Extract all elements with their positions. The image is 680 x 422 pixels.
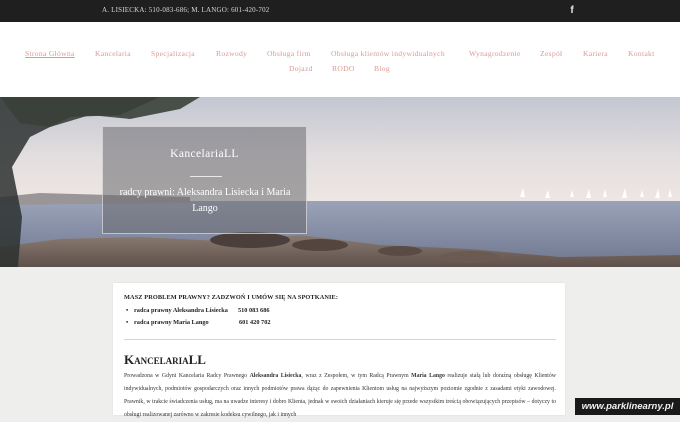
nav-item-zespol[interactable]: Zespół (540, 49, 562, 58)
hero-divider (190, 176, 222, 177)
top-bar: A. LISIECKA: 510-083-686; M. LANGO: 601-… (0, 0, 680, 22)
paragraph-text: realizuje stałą lub doraźną obsługę Klie… (124, 373, 556, 418)
nav-item-dojazd[interactable]: Dojazd (289, 64, 313, 73)
site-header: Strona Główna Kancelaria Specjalizacja R… (0, 22, 680, 97)
content-divider (124, 339, 556, 340)
paragraph-name-lisiecka: Aleksandra Lisiecka (249, 373, 302, 379)
nav-item-rozwody[interactable]: Rozwody (216, 49, 247, 58)
nav-item-blog[interactable]: Blog (374, 64, 390, 73)
intro-paragraph: Prowadzona w Gdyni Kancelaria Radcy Praw… (124, 370, 556, 422)
contact-phone[interactable]: 510 083 686 (238, 307, 269, 314)
nav-item-kancelaria[interactable]: Kancelaria (95, 49, 131, 58)
main-content: MASZ PROBLEM PRAWNY? ZADZWOŃ I UMÓW SIĘ … (113, 283, 565, 418)
list-bullet: • (126, 319, 129, 326)
nav-item-kontakt[interactable]: Kontakt (628, 49, 655, 58)
hero-title: KancelariaLL (170, 148, 239, 160)
paragraph-text: Prowadzona w Gdyni Kancelaria Radcy Praw… (124, 373, 250, 379)
section-title: KancelariaLL (124, 352, 206, 367)
nav-item-home[interactable]: Strona Główna (25, 49, 75, 58)
contact-name: radca prawny Aleksandra Lisiecka (134, 307, 228, 314)
hero-title-box: KancelariaLL radcy prawni: Aleksandra Li… (102, 126, 307, 234)
paragraph-text: , wraz z Zespołem, w tym Radcą Prawnym (301, 373, 412, 379)
nav-item-kariera[interactable]: Kariera (583, 49, 608, 58)
hero-subtitle: radcy prawni: Aleksandra Lisiecka i Mari… (119, 187, 291, 214)
nav-item-obsluga-klientow[interactable]: Obsługa klientów indywidualnych (331, 49, 445, 58)
site-watermark: www.parklinearny.pl (575, 398, 680, 415)
paragraph-name-lango: Maria Lango (411, 373, 445, 379)
problem-heading: MASZ PROBLEM PRAWNY? ZADZWOŃ I UMÓW SIĘ … (124, 294, 339, 301)
contact-name: radca prawny Maria Lango (134, 319, 209, 326)
nav-item-specjalizacja[interactable]: Specjalizacja (151, 49, 195, 58)
nav-item-obsluga-firm[interactable]: Obsługa firm (267, 49, 311, 58)
nav-item-rodo[interactable]: RODO (332, 64, 355, 73)
contact-phone[interactable]: 601 420 702 (239, 319, 270, 326)
list-bullet: • (126, 307, 129, 314)
contact-phones: A. LISIECKA: 510-083-686; M. LANGO: 601-… (102, 6, 270, 14)
nav-item-wynagrodzenie[interactable]: Wynagrodzenie (469, 49, 521, 58)
facebook-icon[interactable]: f (567, 4, 577, 17)
